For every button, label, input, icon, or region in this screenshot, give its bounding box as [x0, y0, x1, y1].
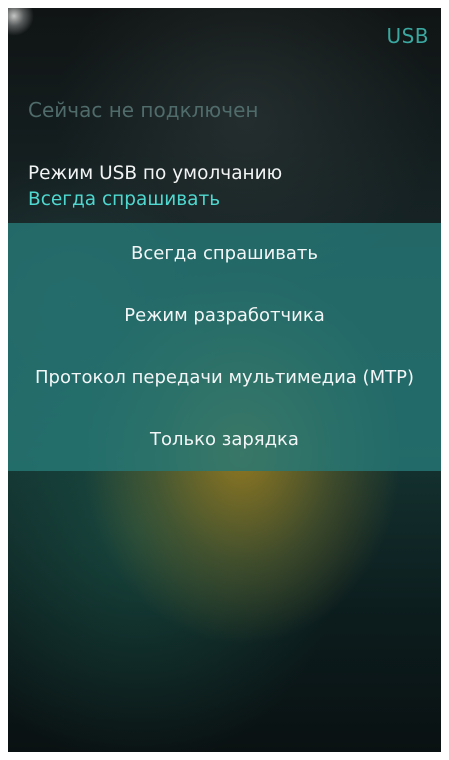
menu-item-developer-mode[interactable]: Режим разработчика: [8, 285, 441, 347]
menu-item-mtp[interactable]: Протокол передачи мультимедиа (MTP): [8, 347, 441, 409]
ambient-light-glow: [8, 8, 34, 36]
phone-screen: USB Сейчас не подключен Режим USB по умо…: [8, 8, 441, 752]
menu-item-always-ask[interactable]: Всегда спрашивать: [8, 223, 441, 285]
page-title: USB: [386, 24, 429, 48]
default-usb-mode-value[interactable]: Всегда спрашивать: [28, 189, 220, 210]
connection-status: Сейчас не подключен: [28, 98, 259, 122]
menu-item-charging-only[interactable]: Только зарядка: [8, 409, 441, 471]
usb-mode-menu: Всегда спрашивать Режим разработчика Про…: [8, 223, 441, 471]
default-usb-mode-label[interactable]: Режим USB по умолчанию: [28, 163, 282, 184]
